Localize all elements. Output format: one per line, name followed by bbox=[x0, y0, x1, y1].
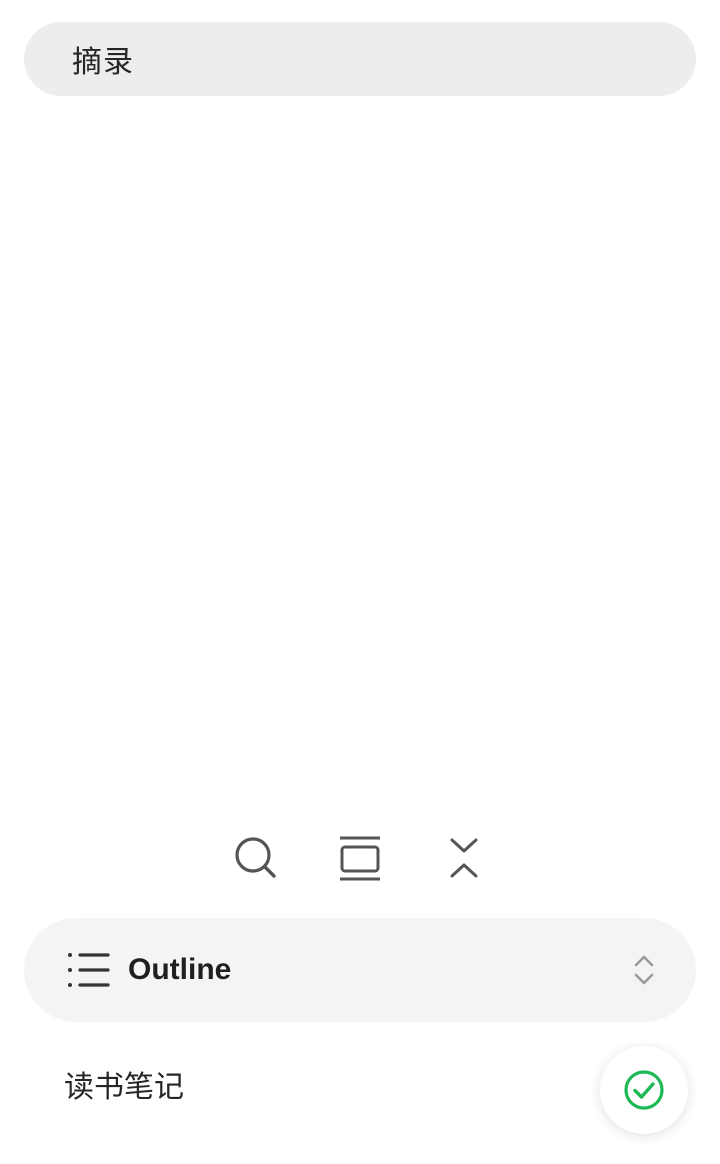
list-item-label: 读书笔记 bbox=[64, 1070, 184, 1105]
cards-icon bbox=[340, 836, 380, 881]
search-icon bbox=[235, 837, 276, 878]
outline-selector[interactable]: Outline bbox=[24, 918, 696, 1022]
bottom-toolbar bbox=[0, 828, 720, 888]
confirm-button[interactable] bbox=[600, 1046, 688, 1134]
cards-view-button[interactable] bbox=[330, 828, 390, 888]
outline-label: Outline bbox=[128, 953, 232, 986]
check-circle-icon bbox=[624, 1070, 664, 1110]
list-item[interactable]: 读书笔记 bbox=[64, 1060, 184, 1108]
search-bar-text: 摘录 bbox=[72, 45, 134, 80]
collapse-all-button[interactable] bbox=[434, 828, 494, 888]
search-button[interactable] bbox=[226, 828, 286, 888]
sort-updown-icon bbox=[634, 955, 654, 985]
list-icon bbox=[68, 953, 110, 987]
collapse-icon bbox=[450, 838, 478, 878]
search-bar[interactable]: 摘录 bbox=[24, 22, 696, 96]
